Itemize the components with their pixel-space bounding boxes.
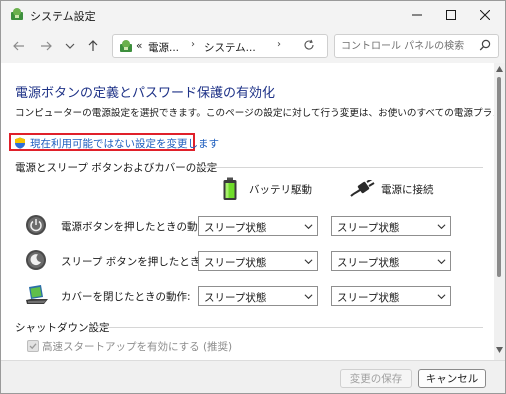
chevron-down-icon bbox=[437, 294, 446, 300]
uac-shield-icon bbox=[15, 137, 25, 149]
column-header-plugged-in: 電源に接続 bbox=[381, 184, 434, 196]
section-divider bbox=[95, 327, 483, 328]
sleep-button-plugged-select[interactable]: スリープ状態 bbox=[331, 251, 451, 271]
sleep-button-icon bbox=[26, 250, 46, 270]
search-input[interactable] bbox=[341, 38, 471, 54]
fast-startup-checkbox[interactable] bbox=[27, 340, 39, 352]
power-section-heading: 電源とスリープ ボタンおよびカバーの設定 bbox=[15, 162, 218, 174]
chevron-down-icon bbox=[437, 224, 446, 230]
page-description: コンピューターの電源設定を選択できます。このページの設定に対して行う変更は、お使… bbox=[15, 108, 494, 119]
chevron-down-icon bbox=[304, 294, 313, 300]
title-bar: システム設定 bbox=[1, 1, 505, 29]
power-button-action-label: 電源ボタンを押したときの動作: bbox=[61, 221, 212, 233]
search-box[interactable] bbox=[334, 34, 499, 58]
cancel-button[interactable]: キャンセル bbox=[418, 369, 486, 388]
chevron-down-icon bbox=[65, 43, 75, 49]
power-button-plugged-select[interactable]: スリープ状態 bbox=[331, 216, 451, 236]
lid-close-battery-select[interactable]: スリープ状態 bbox=[198, 286, 318, 306]
up-button[interactable] bbox=[84, 37, 102, 55]
search-icon[interactable] bbox=[479, 39, 491, 51]
main-content: 電源ボタンの定義とパスワード保護の有効化 コンピューターの電源設定を選択できます… bbox=[1, 63, 494, 360]
power-plug-icon bbox=[350, 180, 375, 197]
power-button-icon bbox=[26, 215, 46, 235]
arrow-up-icon bbox=[88, 40, 98, 51]
select-value: スリープ状態 bbox=[337, 222, 400, 234]
address-bar: « 電源... › システム... › bbox=[1, 29, 505, 63]
maximize-icon bbox=[446, 10, 456, 20]
chevron-down-icon bbox=[437, 259, 446, 265]
refresh-icon bbox=[304, 39, 314, 50]
breadcrumb-power-options[interactable]: 電源... bbox=[148, 40, 179, 55]
select-value: スリープ状態 bbox=[337, 292, 400, 304]
address-path[interactable]: « 電源... › システム... › bbox=[112, 34, 328, 58]
select-value: スリープ状態 bbox=[204, 222, 267, 234]
scroll-down-arrow-icon[interactable] bbox=[496, 347, 503, 353]
checkmark-icon bbox=[29, 343, 37, 350]
control-panel-icon bbox=[120, 40, 132, 52]
battery-icon bbox=[223, 177, 237, 200]
arrow-left-icon bbox=[13, 41, 24, 51]
refresh-button[interactable] bbox=[303, 39, 315, 55]
sleep-button-battery-select[interactable]: スリープ状態 bbox=[198, 251, 318, 271]
chevron-down-icon bbox=[304, 259, 313, 265]
select-value: スリープ状態 bbox=[337, 257, 400, 269]
window-title: システム設定 bbox=[30, 10, 96, 23]
back-button[interactable] bbox=[10, 37, 28, 55]
recent-locations-button[interactable] bbox=[61, 37, 79, 55]
lid-close-plugged-select[interactable]: スリープ状態 bbox=[331, 286, 451, 306]
change-unavailable-settings-link[interactable]: 現在利用可能ではない設定を変更します bbox=[9, 133, 219, 151]
laptop-lid-icon bbox=[26, 285, 48, 304]
power-button-battery-select[interactable]: スリープ状態 bbox=[198, 216, 318, 236]
fast-startup-label: 高速スタートアップを有効にする (推奨) bbox=[42, 341, 233, 353]
scrollbar-thumb[interactable] bbox=[497, 77, 501, 277]
arrow-right-icon bbox=[41, 41, 52, 51]
vertical-scrollbar[interactable] bbox=[494, 63, 505, 360]
breadcrumb-separator[interactable]: › bbox=[277, 39, 281, 50]
column-header-battery: バッテリ駆動 bbox=[249, 184, 312, 196]
close-button[interactable] bbox=[463, 1, 505, 29]
control-panel-icon bbox=[11, 8, 23, 20]
system-settings-window: システム設定 « 電源... › システム... › コントロール パネルの検索… bbox=[0, 0, 506, 394]
breadcrumb-overflow[interactable]: « bbox=[136, 40, 142, 52]
change-settings-link-text[interactable]: 現在利用可能ではない設定を変更します bbox=[30, 136, 219, 151]
select-value: スリープ状態 bbox=[204, 257, 267, 269]
page-title: 電源ボタンの定義とパスワード保護の有効化 bbox=[15, 86, 276, 101]
select-value: スリープ状態 bbox=[204, 292, 267, 304]
forward-button[interactable] bbox=[37, 37, 55, 55]
breadcrumb-system-settings[interactable]: システム... bbox=[204, 40, 256, 55]
chevron-down-icon bbox=[304, 224, 313, 230]
save-changes-button[interactable]: 変更の保存 bbox=[340, 369, 412, 388]
lid-close-action-label: カバーを閉じたときの動作: bbox=[61, 291, 191, 303]
close-icon bbox=[480, 10, 490, 20]
minimize-icon bbox=[412, 14, 422, 16]
section-divider bbox=[199, 167, 483, 168]
dialog-footer: 変更の保存 キャンセル bbox=[1, 360, 505, 393]
breadcrumb-separator[interactable]: › bbox=[191, 39, 195, 50]
scroll-up-arrow-icon[interactable] bbox=[496, 66, 503, 72]
